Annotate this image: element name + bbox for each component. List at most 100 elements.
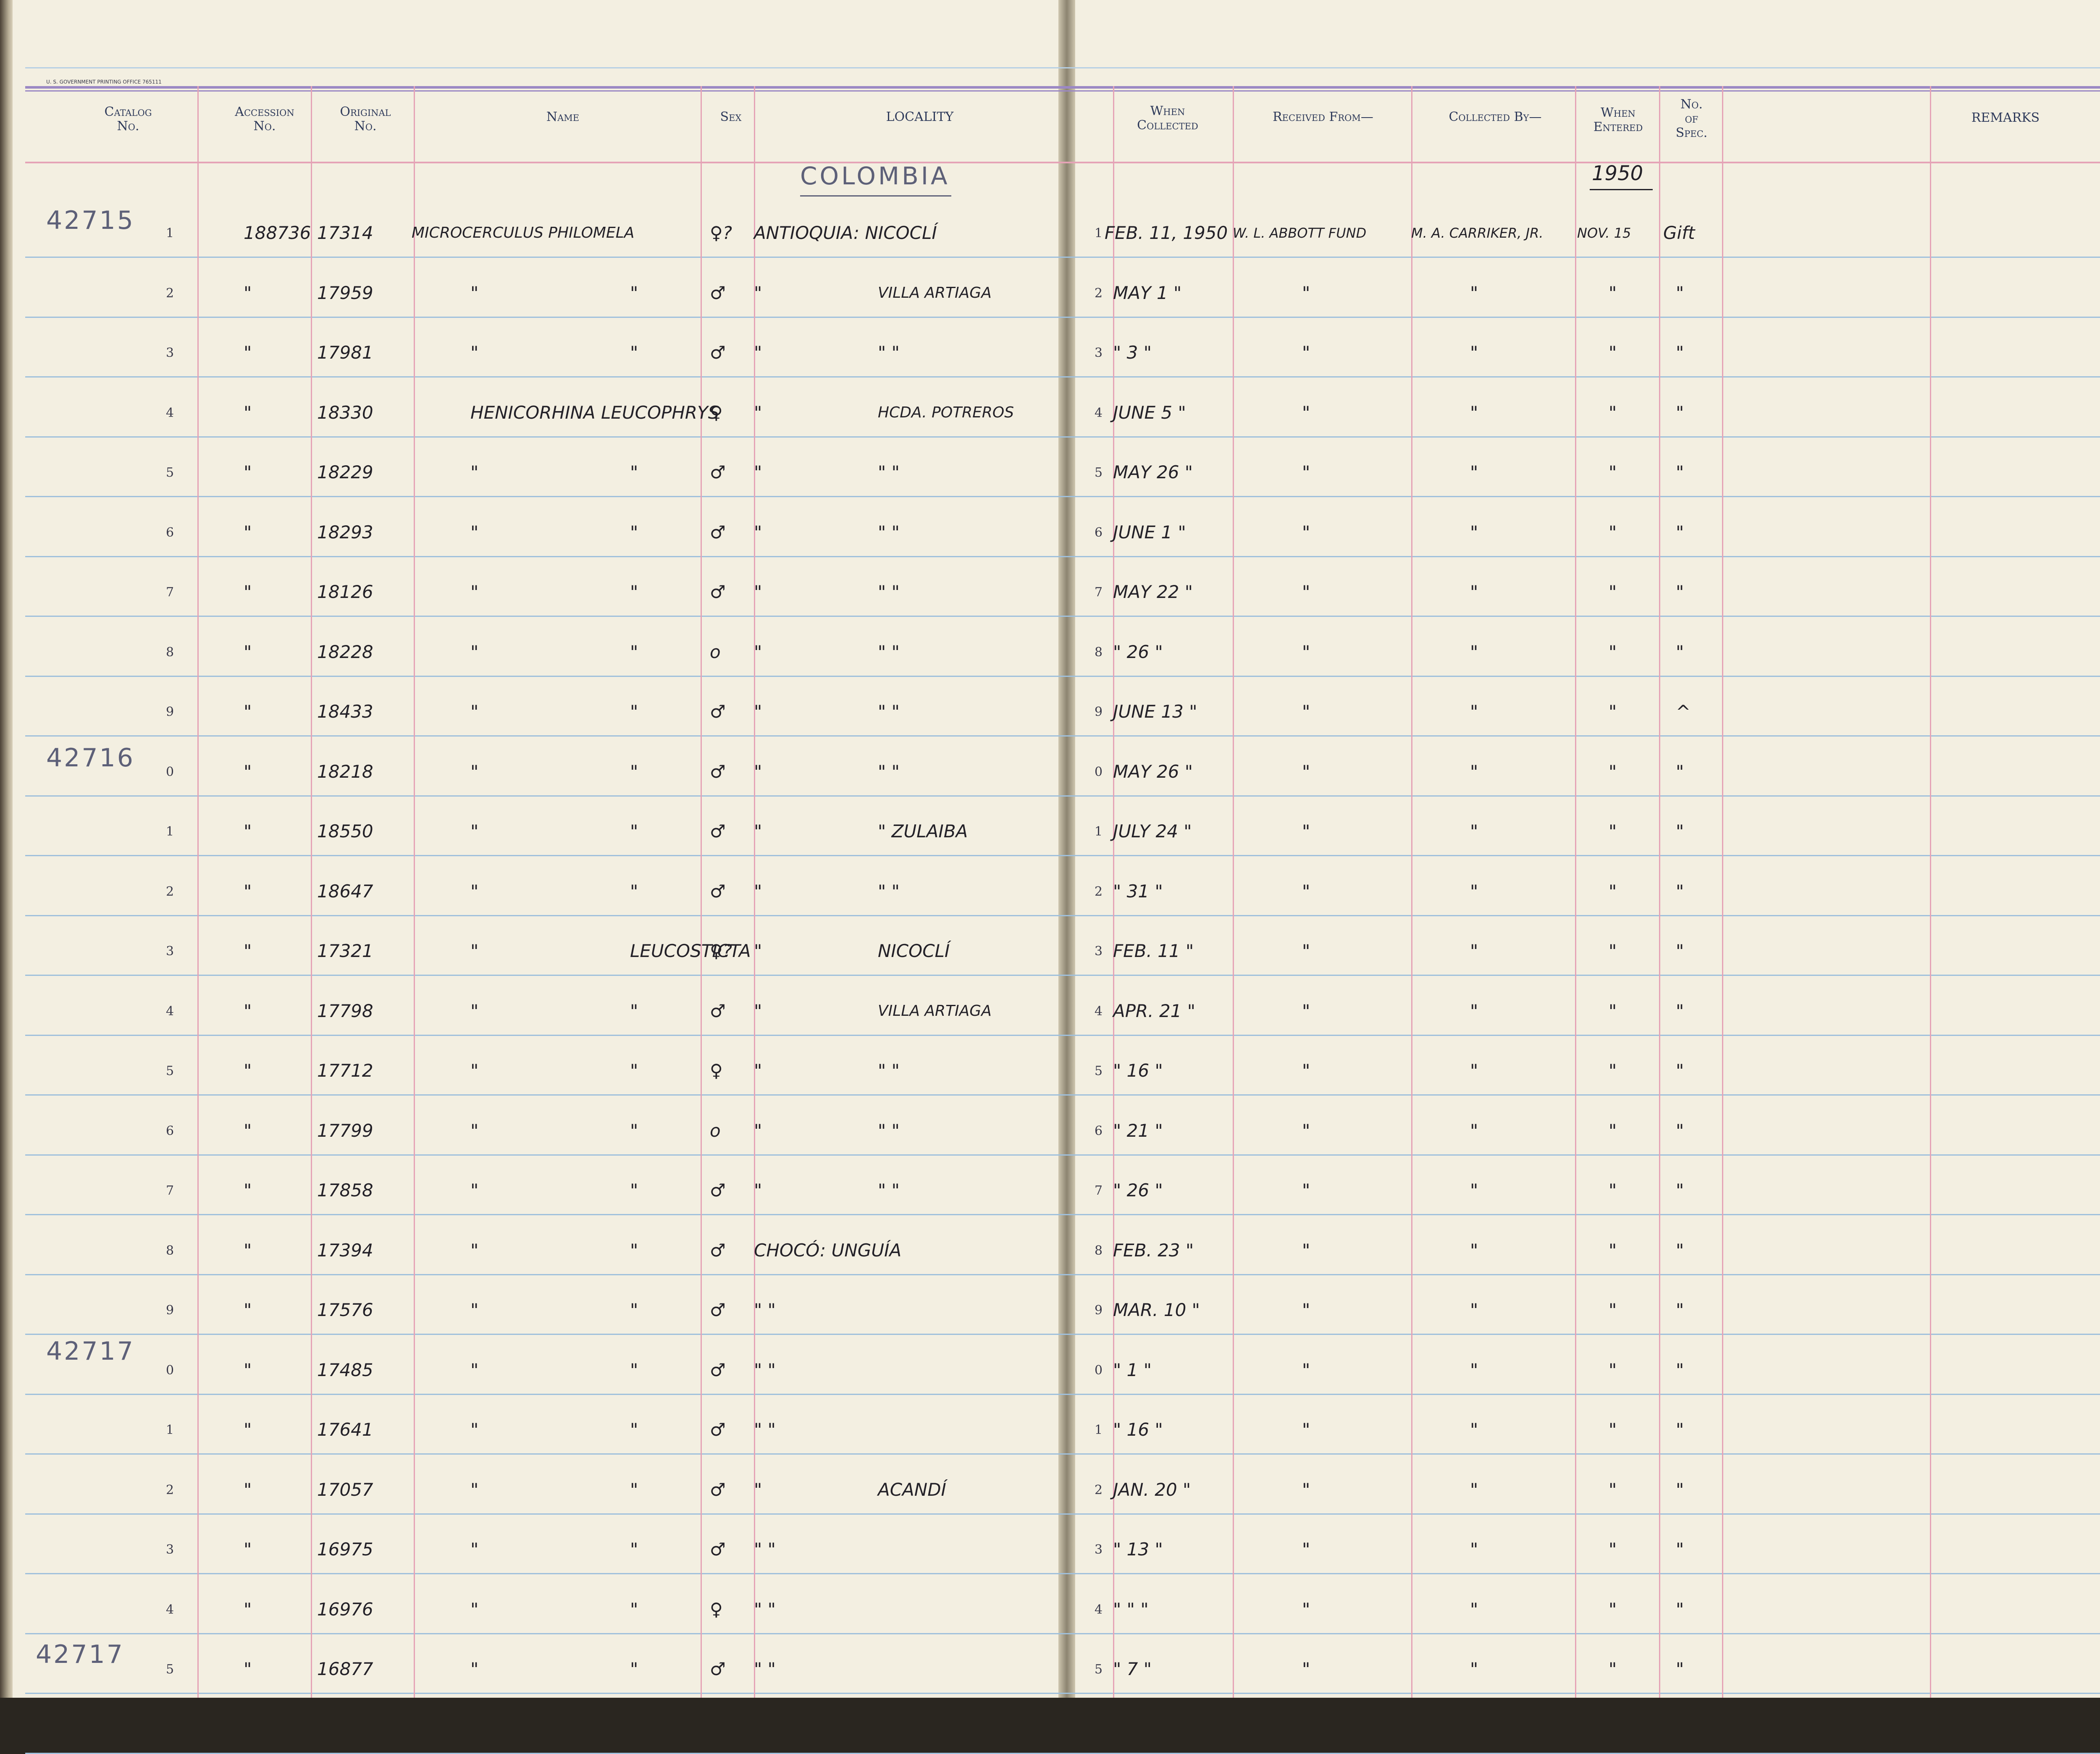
received-from: " bbox=[1302, 582, 1310, 602]
original-number: 18228 bbox=[317, 642, 373, 662]
header-sex: Sex bbox=[720, 110, 742, 124]
row-rule bbox=[25, 1154, 2100, 1156]
accession-number: " bbox=[244, 582, 252, 602]
row-digit-right: 9 bbox=[1095, 705, 1103, 719]
row-digit: 3 bbox=[166, 944, 174, 959]
row-digit: 7 bbox=[166, 1183, 174, 1198]
original-number: 17394 bbox=[317, 1240, 373, 1261]
species-name-second: " bbox=[630, 1599, 638, 1620]
accession-number: " bbox=[244, 1539, 252, 1560]
sex-symbol: ♂ bbox=[710, 1419, 726, 1440]
locality: " " bbox=[754, 1360, 776, 1380]
date-collected: " 31 " bbox=[1113, 881, 1163, 902]
locality: " " bbox=[754, 1599, 776, 1620]
catalog-number: 42715 bbox=[46, 206, 135, 235]
row-rule bbox=[25, 67, 2100, 68]
locality: ANTIOQUIA: NICOCLÍ bbox=[754, 223, 937, 243]
date-entered: " bbox=[1609, 1060, 1617, 1081]
header-no-of-spec: No. of Spec. bbox=[1675, 97, 1708, 140]
species-name: " bbox=[470, 462, 479, 482]
date-entered: " bbox=[1609, 821, 1617, 842]
date-collected: " 21 " bbox=[1113, 1120, 1163, 1141]
received-from: " bbox=[1302, 941, 1310, 961]
locality: " bbox=[754, 701, 762, 722]
received-from: W. L. ABBOTT FUND bbox=[1233, 225, 1367, 241]
collected-by: " bbox=[1470, 1599, 1478, 1620]
specimen-count: " bbox=[1676, 941, 1684, 961]
date-entered: " bbox=[1609, 1479, 1617, 1500]
row-digit-right: 9 bbox=[1095, 1303, 1103, 1318]
sex-symbol: ♂ bbox=[710, 462, 726, 482]
sex-symbol: o bbox=[710, 642, 721, 662]
collected-by: " bbox=[1470, 1180, 1478, 1201]
original-number: 18218 bbox=[317, 761, 373, 782]
collected-by: " bbox=[1470, 1120, 1478, 1141]
species-name-second: " bbox=[630, 1240, 638, 1261]
row-digit: 4 bbox=[166, 1602, 174, 1617]
header-locality: LOCALITY bbox=[886, 110, 954, 124]
species-name: " bbox=[470, 1659, 479, 1679]
received-from: " bbox=[1302, 1360, 1310, 1380]
date-collected: " 26 " bbox=[1113, 1180, 1163, 1201]
row-digit-right: 0 bbox=[1095, 1363, 1103, 1378]
species-name: " bbox=[470, 1360, 479, 1380]
locality-second: " " bbox=[878, 701, 900, 722]
original-number: 17485 bbox=[317, 1360, 373, 1380]
date-entered: " bbox=[1609, 522, 1617, 543]
species-name-second: " bbox=[630, 701, 638, 722]
row-digit-right: 2 bbox=[1095, 286, 1103, 301]
row-rule bbox=[25, 676, 2100, 677]
received-from: " bbox=[1302, 701, 1310, 722]
specimen-count: " bbox=[1676, 761, 1684, 782]
accession-number: " bbox=[244, 462, 252, 482]
accession-number: " bbox=[244, 881, 252, 902]
received-from: " bbox=[1302, 1419, 1310, 1440]
sex-symbol: ♂ bbox=[710, 761, 726, 782]
locality-second: VILLA ARTIAGA bbox=[878, 284, 992, 302]
locality-second: " " bbox=[878, 342, 900, 363]
catalog-number: 42717 bbox=[36, 1640, 124, 1669]
species-name-second: " bbox=[630, 283, 638, 303]
locality: " " bbox=[754, 1659, 776, 1679]
year-entered-underline bbox=[1590, 189, 1653, 190]
species-name-second: " bbox=[630, 1120, 638, 1141]
species-name: " bbox=[470, 1001, 479, 1021]
column-rule bbox=[1411, 86, 1412, 1698]
specimen-count: " bbox=[1676, 1360, 1684, 1380]
accession-number: " bbox=[244, 1300, 252, 1320]
specimen-count: " bbox=[1676, 402, 1684, 423]
received-from: " bbox=[1302, 1120, 1310, 1141]
original-number: 17576 bbox=[317, 1300, 373, 1320]
species-name: " bbox=[470, 1240, 479, 1261]
collected-by: " bbox=[1470, 701, 1478, 722]
received-from: " bbox=[1302, 761, 1310, 782]
row-digit: 4 bbox=[166, 1004, 174, 1019]
date-entered: " bbox=[1609, 1659, 1617, 1679]
row-digit-right: 1 bbox=[1095, 226, 1103, 241]
row-rule bbox=[25, 975, 2100, 976]
species-name: " bbox=[470, 582, 479, 602]
sex-symbol: ♂ bbox=[710, 1479, 726, 1500]
column-rule bbox=[311, 86, 312, 1698]
specimen-count: " bbox=[1676, 642, 1684, 662]
species-name: " bbox=[470, 701, 479, 722]
received-from: " bbox=[1302, 1180, 1310, 1201]
row-digit: 2 bbox=[166, 1483, 174, 1497]
date-entered: " bbox=[1609, 642, 1617, 662]
date-collected: " " " bbox=[1113, 1599, 1149, 1620]
species-name-second: " bbox=[630, 1300, 638, 1320]
sex-symbol: ♂ bbox=[710, 1659, 726, 1679]
sex-symbol: ♂ bbox=[710, 701, 726, 722]
country-heading-underline bbox=[800, 195, 951, 197]
row-digit-right: 0 bbox=[1095, 765, 1103, 779]
received-from: " bbox=[1302, 402, 1310, 423]
row-digit-right: 3 bbox=[1095, 944, 1103, 959]
collected-by: " bbox=[1470, 402, 1478, 423]
row-rule bbox=[25, 257, 2100, 258]
original-number: 17321 bbox=[317, 941, 373, 961]
collected-by: " bbox=[1470, 821, 1478, 842]
original-number: 17858 bbox=[317, 1180, 373, 1201]
row-digit: 0 bbox=[166, 1363, 174, 1378]
species-name-second: " bbox=[630, 881, 638, 902]
catalog-number: 42717 bbox=[46, 1337, 135, 1366]
